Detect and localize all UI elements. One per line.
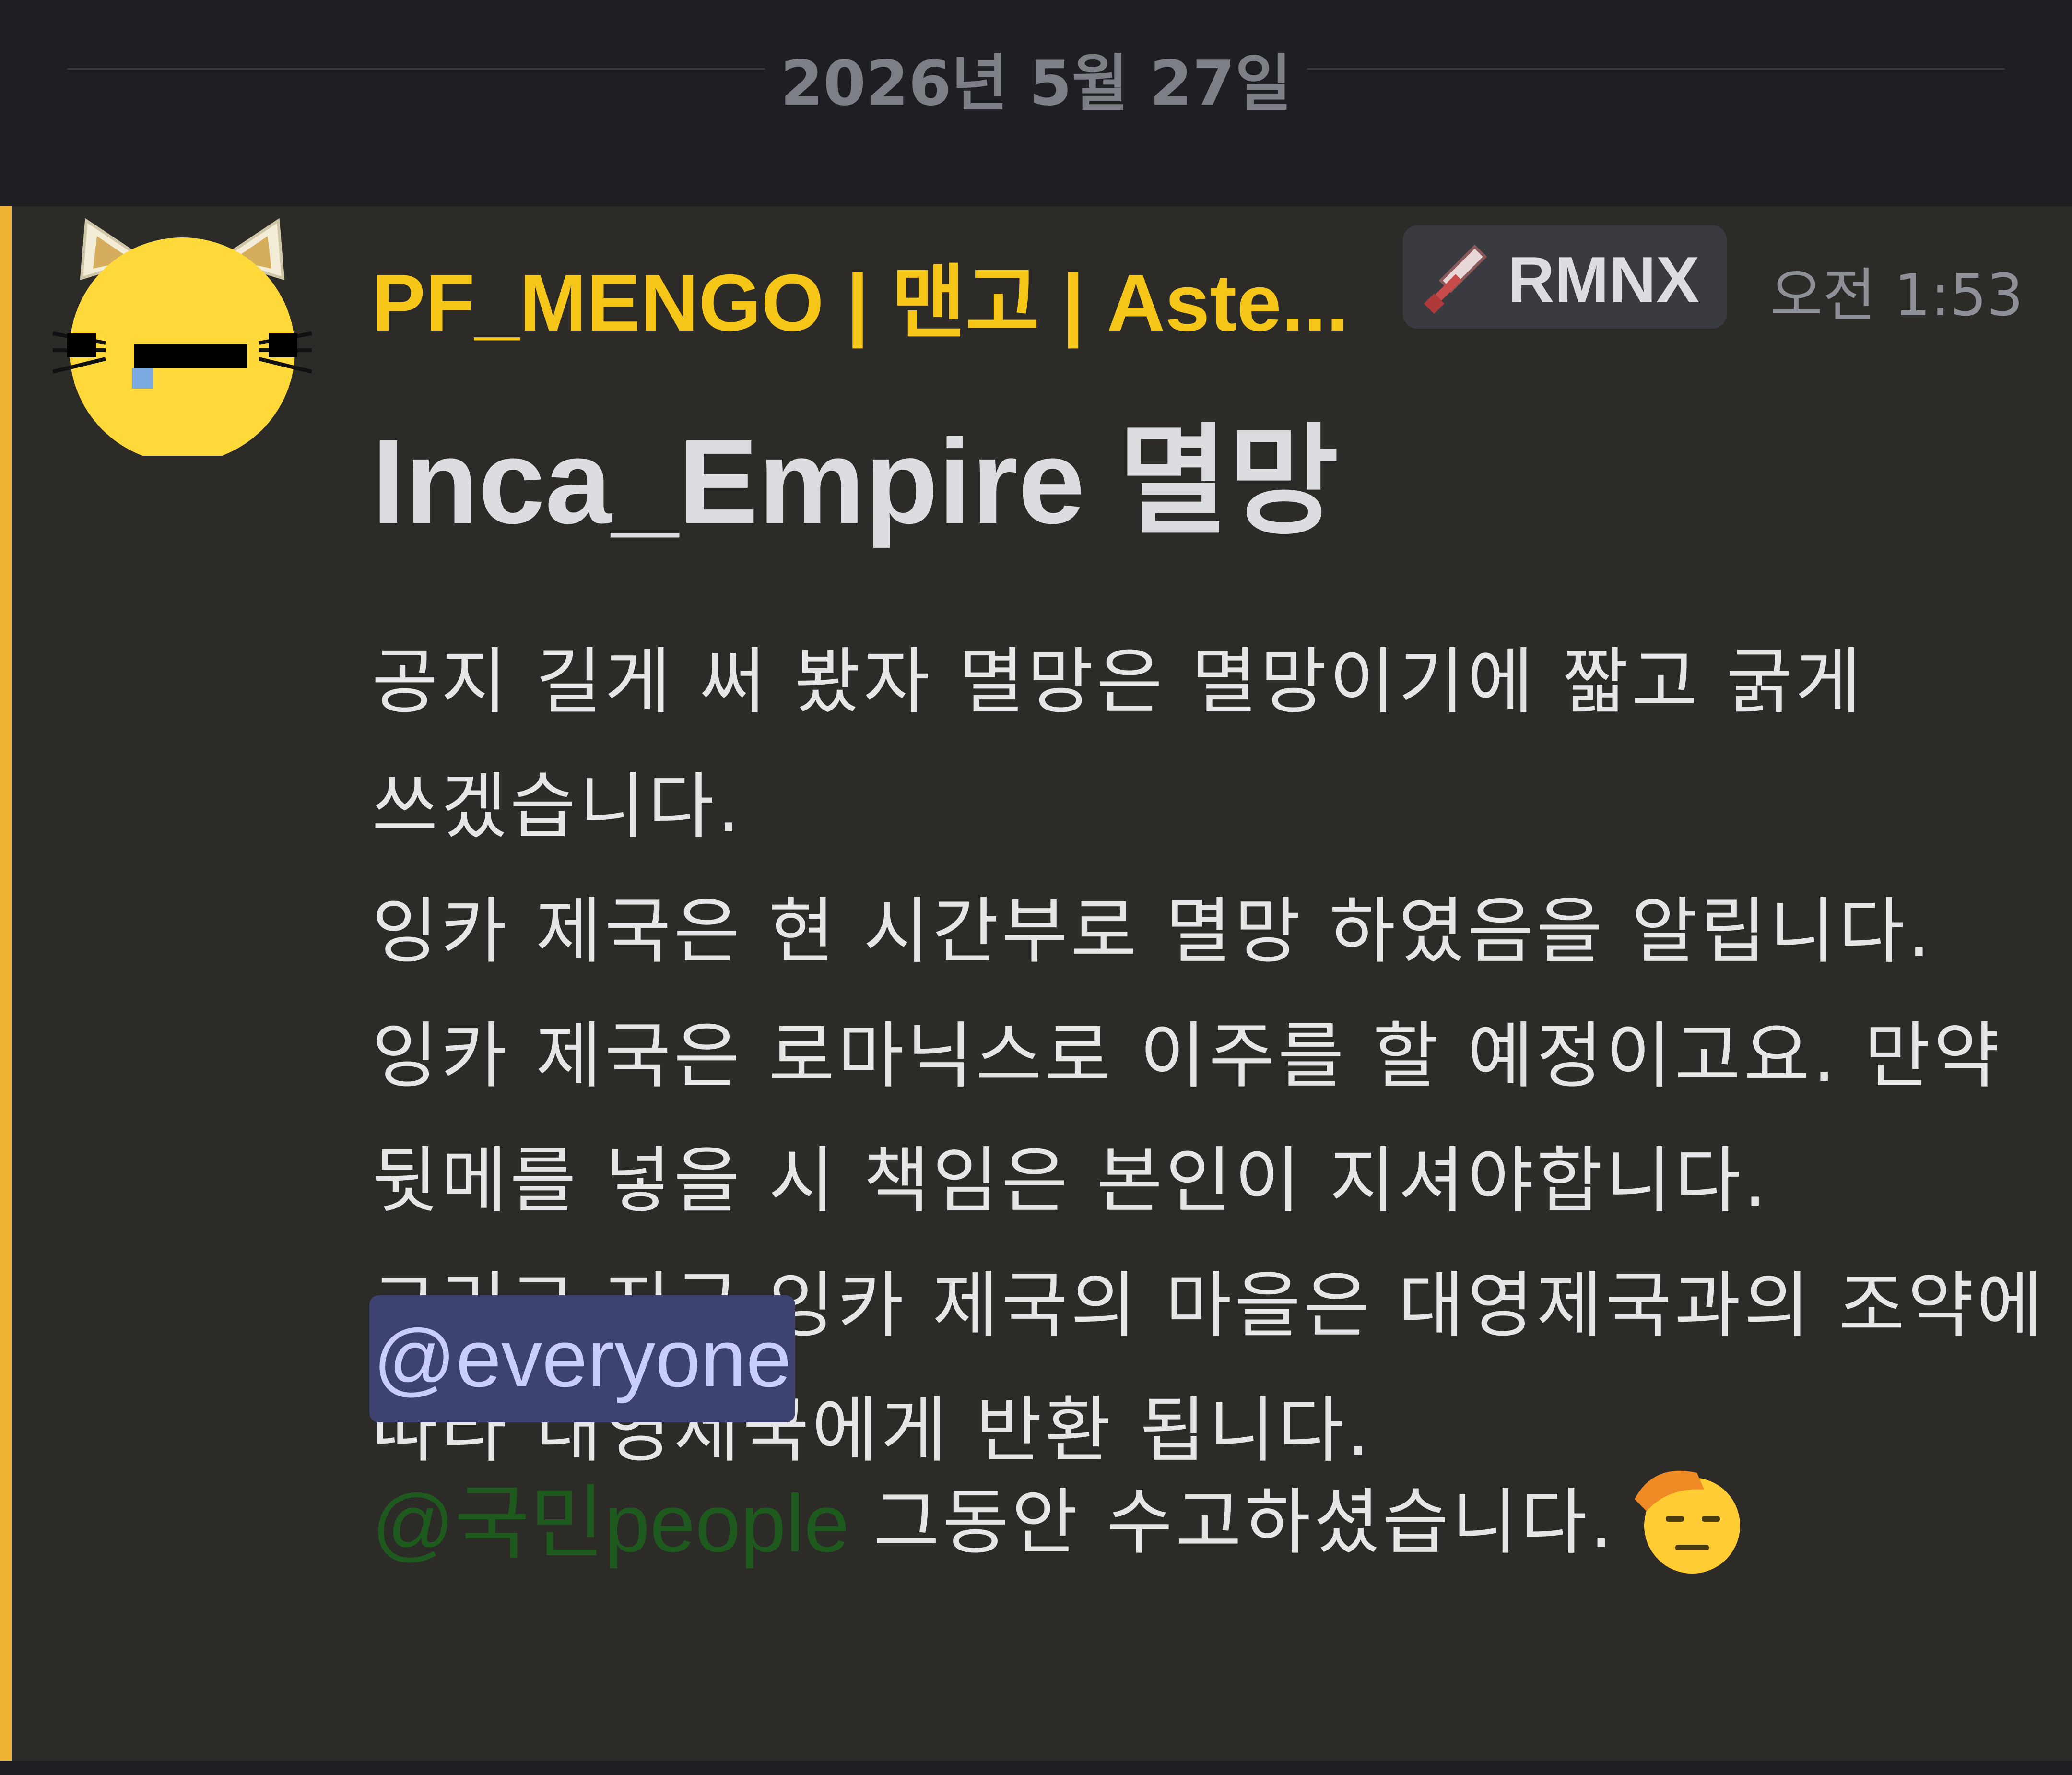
divider-line-left: [67, 68, 765, 70]
author-username[interactable]: PF_MENGO | 맨고 | Aste...: [372, 237, 1349, 354]
divider-line-right: [1307, 68, 2005, 70]
message-body-line: 뒷메를 넣을 시 책임은 본인이 지셔야합니다.: [372, 1139, 1770, 1223]
bottom-strip: [0, 1761, 2072, 1775]
date-divider: 2026년 5월 27일: [0, 0, 2072, 206]
role-mention[interactable]: @국민people: [372, 1478, 849, 1569]
everyone-mention[interactable]: @everyone: [369, 1295, 795, 1422]
sword-icon: [1424, 244, 1487, 314]
closing-text: 그동안 수고하셨습니다.: [873, 1480, 1616, 1564]
message-body-line: 쓰겠습니다.: [372, 765, 743, 849]
message-body-line: 공지 길게 써 봤자 멸망은 멸망이기에 짧고 굵게: [372, 640, 1864, 724]
server-tag-badge[interactable]: RMNX: [1403, 225, 1727, 329]
date-divider-label: 2026년 5월 27일: [780, 48, 1292, 119]
mention-highlight-bar: [0, 206, 12, 1761]
message-body-line: 잉카 제국은 현 시간부로 멸망 하였음을 알립니다.: [372, 890, 1933, 973]
message-closing-line: @국민people 그동안 수고하셨습니다.: [372, 1454, 1750, 1574]
message-timestamp[interactable]: 오전 1:53: [1770, 248, 2023, 332]
yellow-cat-face-icon: [52, 218, 312, 463]
server-tag-label: RMNX: [1507, 243, 1700, 316]
message-body-line: 잉카 제국은 로마닉스로 이주를 할 예정이고요. 만약: [372, 1015, 2002, 1098]
author-avatar[interactable]: [52, 206, 312, 463]
saluting-face-icon[interactable]: [1625, 1454, 1750, 1578]
chat-view: 2026년 5월 27일 PF_MENGO | 맨고 | Aste... RMN…: [0, 0, 2072, 1775]
message-heading: Inca_Empire 멸망: [372, 414, 1339, 548]
